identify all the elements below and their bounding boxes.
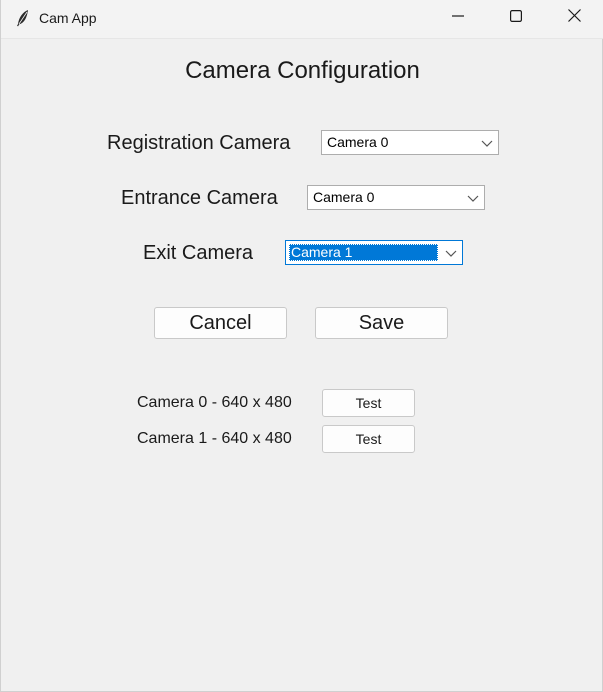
registration-camera-select[interactable]: Camera 0: [321, 130, 499, 155]
window-title: Cam App: [39, 10, 97, 26]
chevron-down-icon: [444, 246, 458, 260]
close-icon: [567, 9, 581, 27]
cancel-button[interactable]: Cancel: [154, 307, 287, 339]
exit-camera-label: Exit Camera: [143, 242, 254, 264]
minimize-icon: [452, 9, 464, 27]
registration-camera-label: Registration Camera: [107, 132, 291, 154]
entrance-camera-select[interactable]: Camera 0: [307, 185, 485, 210]
chevron-down-icon: [480, 136, 494, 150]
exit-camera-value: Camera 1: [289, 244, 438, 261]
camera-1-info: Camera 1 - 640 x 480: [137, 430, 292, 447]
entrance-camera-value: Camera 0: [313, 189, 375, 205]
entrance-camera-label: Entrance Camera: [121, 187, 278, 209]
page-title: Camera Configuration: [185, 57, 420, 84]
save-button[interactable]: Save: [315, 307, 448, 339]
title-bar[interactable]: Cam App: [1, 0, 603, 39]
app-window: Cam App Camera Configuration Registratio…: [0, 0, 603, 692]
test-camera-1-button[interactable]: Test: [322, 425, 415, 453]
test-camera-0-button[interactable]: Test: [322, 389, 415, 417]
maximize-icon: [510, 9, 523, 27]
minimize-button[interactable]: [429, 0, 487, 36]
exit-camera-select[interactable]: Camera 1: [285, 240, 463, 265]
chevron-down-icon: [466, 191, 480, 205]
feather-icon: [15, 9, 31, 27]
registration-camera-value: Camera 0: [327, 134, 389, 150]
maximize-button[interactable]: [487, 0, 545, 36]
close-button[interactable]: [545, 0, 603, 36]
camera-0-info: Camera 0 - 640 x 480: [137, 394, 292, 411]
